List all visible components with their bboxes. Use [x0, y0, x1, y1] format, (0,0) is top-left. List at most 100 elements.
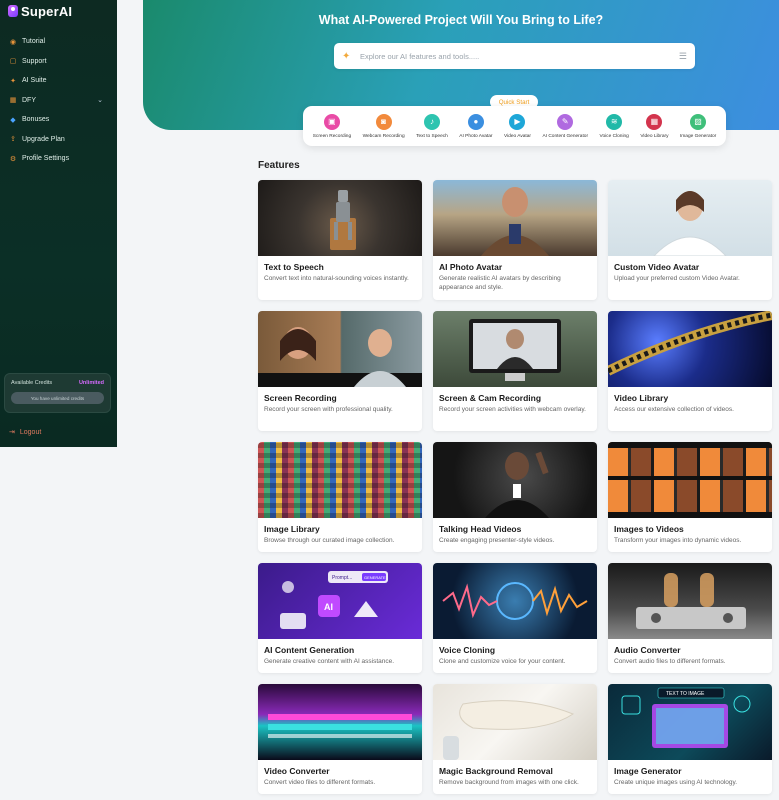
- feature-card-image-generator[interactable]: TEXT TO IMAGE Image Generator Create uni…: [608, 684, 772, 794]
- quick-start-webcam-recording[interactable]: ◙ Webcam Recording: [363, 113, 405, 139]
- card-title: Talking Head Videos: [439, 524, 522, 534]
- waveform-icon: ≋: [606, 113, 623, 130]
- quick-start-label: Image Generator: [679, 133, 717, 139]
- logout-button[interactable]: ⇥ Logout: [9, 428, 42, 437]
- feature-card-text-to-speech[interactable]: Text to Speech Convert text into natural…: [258, 180, 422, 300]
- feature-card-ai-content-generation[interactable]: Prompt... GENERATE AI AI Content Generat…: [258, 563, 422, 673]
- sidebar-item-label: Upgrade Plan: [22, 135, 65, 143]
- video-timeline-image: [258, 684, 422, 760]
- quick-start-label: Video Library: [640, 133, 669, 139]
- quick-start-ai-photo-avatar[interactable]: ● AI Photo Avatar: [459, 113, 493, 139]
- sidebar-item-profile-settings[interactable]: ⚙ Profile Settings: [0, 149, 117, 169]
- card-description: Access our extensive collection of video…: [614, 406, 734, 413]
- speaker-image: [433, 442, 597, 518]
- card-title: Images to Videos: [614, 524, 684, 534]
- card-description: Upload your preferred custom Video Avata…: [614, 275, 740, 282]
- quick-start-text-to-speech[interactable]: ♪ Text to Speech: [416, 113, 448, 139]
- grid-icon: ▦: [9, 97, 17, 105]
- card-description: Create engaging presenter-style videos.: [439, 537, 555, 544]
- card-title: Magic Background Removal: [439, 766, 553, 776]
- card-description: Generate creative content with AI assist…: [264, 658, 395, 665]
- quick-start-voice-cloning[interactable]: ≋ Voice Cloning: [599, 113, 629, 139]
- quick-start-label: Video Avatar: [503, 133, 531, 139]
- card-description: Convert audio files to different formats…: [614, 658, 726, 665]
- card-title: Voice Cloning: [439, 645, 496, 655]
- card-description: Record your screen activities with webca…: [439, 406, 586, 413]
- page-title: What AI-Powered Project Will You Bring t…: [318, 13, 604, 27]
- quick-start-ai-content-generator[interactable]: ✎ AI Content Generator: [542, 113, 588, 139]
- feature-card-images-to-videos[interactable]: Images to Videos Transform your images i…: [608, 442, 772, 552]
- ai-content-image: Prompt... GENERATE AI: [258, 563, 422, 639]
- feature-card-video-converter[interactable]: Video Converter Convert video files to d…: [258, 684, 422, 794]
- card-title: AI Photo Avatar: [439, 262, 503, 272]
- logout-label: Logout: [19, 428, 42, 436]
- sidebar-item-ai-suite[interactable]: ✦ AI Suite: [0, 71, 117, 91]
- sparkle-icon: ✦: [10, 77, 16, 85]
- feature-card-custom-video-avatar[interactable]: Custom Video Avatar Upload your preferre…: [608, 180, 772, 300]
- sidebar-item-tutorial[interactable]: ◉ Tutorial: [0, 32, 117, 52]
- film-reel-image: [608, 311, 772, 387]
- sidebar-nav: ◉ Tutorial ▢ Support ✦ AI Suite ▦ DFY ⌄ …: [0, 32, 117, 169]
- robot-image: [258, 180, 422, 256]
- sunset-filmstrip-image: [608, 442, 772, 518]
- generate-text: GENERATE: [364, 575, 386, 580]
- sidebar-item-bonuses[interactable]: ◆ Bonuses: [0, 110, 117, 130]
- video-call-image: [258, 311, 422, 387]
- feature-card-screen-recording[interactable]: Screen Recording Record your screen with…: [258, 311, 422, 431]
- quick-start-label: AI Photo Avatar: [459, 133, 493, 139]
- feature-card-voice-cloning[interactable]: Voice Cloning Clone and customize voice …: [433, 563, 597, 673]
- doctor-illustration: [653, 191, 727, 256]
- ai-text: AI: [324, 602, 333, 612]
- feature-card-magic-background-removal[interactable]: Magic Background Removal Remove backgrou…: [433, 684, 597, 794]
- gift-icon: ◆: [10, 116, 16, 124]
- credits-label: Available Credits: [11, 380, 53, 386]
- magic-wand-icon: ✎: [557, 113, 574, 130]
- quick-start-video-avatar[interactable]: ▶ Video Avatar: [503, 113, 531, 139]
- card-description: Clone and customize voice for your conte…: [439, 658, 566, 665]
- quick-start-screen-recording[interactable]: ▣ Screen Recording: [312, 113, 352, 139]
- cream-swatch-image: [433, 684, 597, 760]
- filter-icon[interactable]: ☰: [679, 51, 687, 62]
- search-input[interactable]: [360, 51, 679, 61]
- quick-start-video-library[interactable]: ▦ Video Library: [640, 113, 669, 139]
- card-title: Video Converter: [264, 766, 330, 776]
- card-title: Custom Video Avatar: [614, 262, 700, 272]
- quick-start-label: Screen Recording: [312, 133, 352, 139]
- feature-card-image-library[interactable]: Image Library Browse through our curated…: [258, 442, 422, 552]
- feature-card-talking-head-videos[interactable]: Talking Head Videos Create engaging pres…: [433, 442, 597, 552]
- sidebar-item-label: Bonuses: [22, 116, 50, 124]
- credits-value: Unlimited: [78, 380, 104, 386]
- sidebar-item-dfy[interactable]: ▦ DFY ⌄: [0, 91, 117, 111]
- timeline-illustration: [268, 714, 412, 738]
- sidebar-item-support[interactable]: ▢ Support: [0, 52, 117, 72]
- amplifier-illustration: [636, 573, 746, 629]
- quick-start-label: Text to Speech: [416, 133, 448, 139]
- doctor-image: [608, 180, 772, 256]
- image-collage: [258, 442, 422, 518]
- sound-wave-image: [433, 563, 597, 639]
- credits-panel: Available Credits Unlimited You have unl…: [4, 373, 111, 413]
- sidebar-item-label: Support: [22, 57, 47, 65]
- quick-start-image-generator[interactable]: ▨ Image Generator: [679, 113, 717, 139]
- feature-card-video-library[interactable]: Video Library Access our extensive colle…: [608, 311, 772, 431]
- brand-logo-icon: [8, 5, 18, 17]
- card-title: Text to Speech: [264, 262, 324, 272]
- quick-start-label: Voice Cloning: [599, 133, 629, 139]
- card-description: Record your screen with professional qua…: [264, 406, 393, 413]
- soundwave-illustration: [442, 582, 588, 620]
- feature-card-ai-photo-avatar[interactable]: AI Photo Avatar Generate realistic AI av…: [433, 180, 597, 300]
- monitor-image: [433, 311, 597, 387]
- card-description: Convert text into natural-sounding voice…: [264, 275, 409, 282]
- quick-start-bar: ▣ Screen Recording ◙ Webcam Recording ♪ …: [303, 106, 726, 146]
- feature-card-audio-converter[interactable]: Audio Converter Convert audio files to d…: [608, 563, 772, 673]
- ai-content-illustration: Prompt... GENERATE AI: [280, 571, 388, 629]
- filmstrip-illustration: [608, 442, 772, 518]
- text-to-image-image: TEXT TO IMAGE: [608, 684, 772, 760]
- sidebar-item-upgrade-plan[interactable]: ⇪ Upgrade Plan: [0, 130, 117, 150]
- brand[interactable]: SuperAI: [0, 0, 117, 22]
- feature-card-screen-cam-recording[interactable]: Screen & Cam Recording Record your scree…: [433, 311, 597, 431]
- card-title: Video Library: [614, 393, 669, 403]
- reporter-image: [433, 180, 597, 256]
- screen-recording-icon: ▣: [323, 113, 340, 130]
- card-description: Generate realistic AI avatars by describ…: [439, 275, 561, 291]
